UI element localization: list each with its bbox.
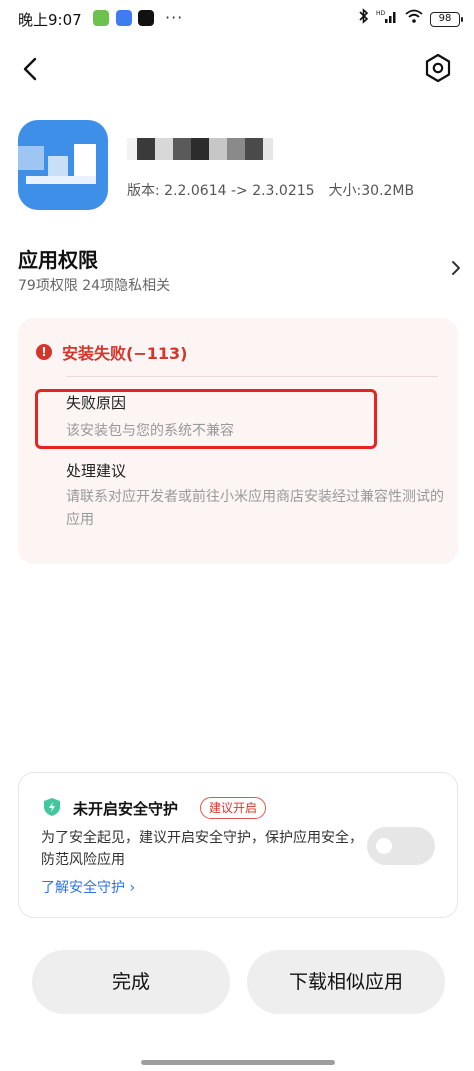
toggle-knob	[376, 838, 392, 854]
done-button[interactable]: 完成	[32, 950, 230, 1014]
learn-security-link-label: 了解安全守护	[41, 880, 125, 896]
app-version-size: 版本: 2.2.0614 -> 2.3.0215 大小:30.2MB	[127, 180, 414, 200]
app-icon	[18, 120, 108, 210]
chevron-right-icon	[452, 261, 460, 275]
security-protection-card: 未开启安全守护 建议开启 为了安全起见，建议开启安全守护，保护应用安全，防范风险…	[18, 772, 458, 918]
download-similar-button[interactable]: 下载相似应用	[247, 950, 445, 1014]
permissions-subtitle: 79项权限 24项隐私相关	[18, 278, 171, 294]
settings-button[interactable]	[420, 50, 456, 86]
error-header: ! 安装失败(−113)	[36, 340, 187, 364]
shield-icon	[44, 798, 60, 816]
signal-icon: HD	[376, 9, 398, 29]
back-arrow-icon	[23, 57, 37, 81]
battery-icon: 98	[430, 11, 463, 27]
tiktok-notification-icon	[138, 10, 154, 26]
recommend-badge: 建议开启	[200, 797, 267, 819]
advice-text: 请联系对应开发者或前往小米应用商店安装经过兼容性测试的应用	[66, 489, 444, 528]
app-name-blurred	[127, 138, 273, 160]
svg-text:HD: HD	[376, 10, 386, 17]
status-right: HD 98	[359, 8, 463, 30]
error-alert-icon: !	[36, 344, 52, 360]
more-notifications-icon: ···	[165, 8, 184, 27]
install-error-card: ! 安装失败(−113) 失败原因 该安装包与您的系统不兼容 处理建议 请联系对…	[18, 318, 458, 564]
security-description: 为了安全起见，建议开启安全守护，保护应用安全，防范风险应用	[41, 830, 363, 868]
learn-security-link[interactable]: 了解安全守护 ›	[41, 877, 135, 897]
back-button[interactable]	[14, 52, 48, 86]
status-time: 晚上9:07	[18, 11, 82, 29]
app-permissions-row[interactable]: 应用权限 79项权限 24项隐私相关	[18, 240, 464, 300]
download-notification-icon	[93, 10, 109, 26]
error-title: 安装失败(−113)	[62, 344, 188, 363]
divider	[66, 376, 438, 377]
app-version: 版本: 2.2.0614 -> 2.3.0215	[127, 183, 315, 199]
security-toggle[interactable]	[367, 827, 435, 865]
permissions-title: 应用权限	[18, 248, 98, 272]
annotation-highlight-box	[35, 389, 377, 449]
home-indicator[interactable]	[141, 1060, 335, 1065]
security-title: 未开启安全守护	[73, 800, 179, 818]
app-size: 大小:30.2MB	[328, 183, 415, 199]
wifi-icon	[405, 9, 423, 29]
settings-hexagon-icon	[425, 53, 451, 83]
status-bar: 晚上9:07 ··· HD 98	[0, 0, 474, 38]
bluetooth-icon	[359, 8, 369, 30]
advice-label: 处理建议	[66, 462, 127, 480]
bluetooth-app-notification-icon	[116, 10, 132, 26]
